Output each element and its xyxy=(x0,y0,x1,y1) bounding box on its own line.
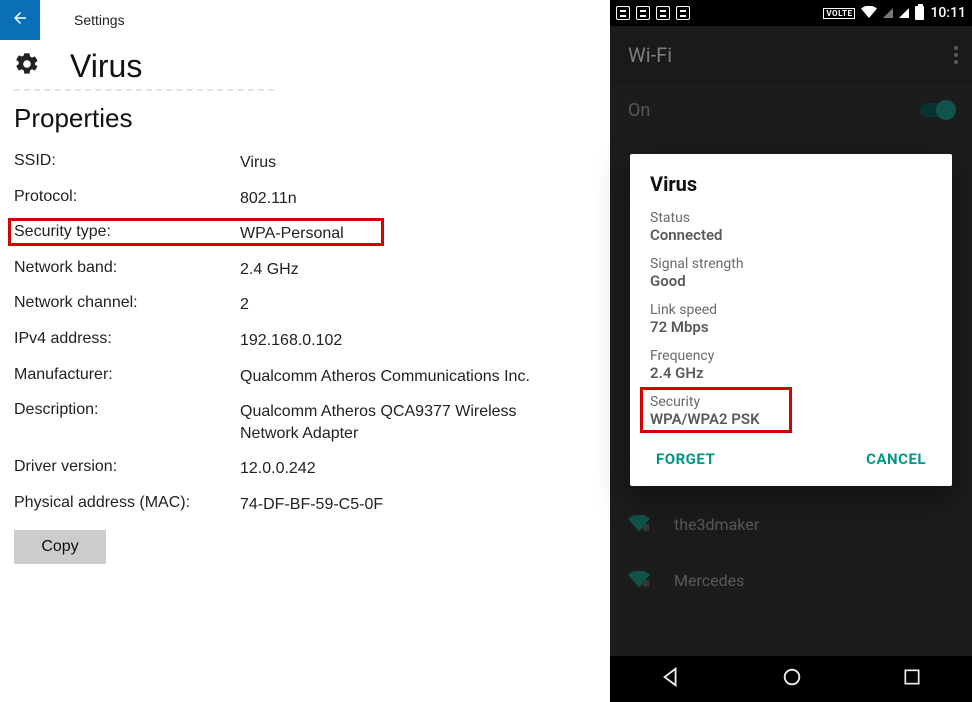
dialog-signal: Signal strength Good xyxy=(650,256,932,290)
cell-signal-icon xyxy=(883,8,893,18)
dialog-actions: FORGET CANCEL xyxy=(650,440,932,480)
prop-label: IPv4 address: xyxy=(14,330,240,348)
wifi-toggle[interactable] xyxy=(920,103,954,117)
wifi-list-item[interactable]: the3dmaker xyxy=(610,496,972,552)
field-label: Signal strength xyxy=(650,256,932,272)
prop-label: Network band: xyxy=(14,259,240,277)
title-bar: Settings xyxy=(0,0,610,40)
field-label: Link speed xyxy=(650,302,932,318)
prop-label: Driver version: xyxy=(14,458,240,476)
prop-value: 2.4 GHz xyxy=(240,259,560,281)
prop-label: Description: xyxy=(14,401,240,419)
field-value: 72 Mbps xyxy=(650,318,932,336)
prop-value: 2 xyxy=(240,294,560,316)
prop-protocol: Protocol: 802.11n xyxy=(14,188,610,210)
gear-icon xyxy=(14,51,40,82)
copy-button-label: Copy xyxy=(41,538,78,556)
status-bar: VOLTE 10:11 xyxy=(610,0,972,26)
back-arrow-icon xyxy=(11,9,29,32)
more-menu-button[interactable] xyxy=(954,46,958,64)
forget-button[interactable]: FORGET xyxy=(656,450,715,468)
notification-icon xyxy=(616,6,630,20)
wifi-list-item[interactable]: Mercedes xyxy=(610,552,972,608)
notification-icon xyxy=(676,6,690,20)
page-title: Virus xyxy=(70,48,142,85)
prop-channel: Network channel: 2 xyxy=(14,294,610,316)
nav-recent-icon[interactable] xyxy=(902,667,922,691)
field-label: Frequency xyxy=(650,348,932,364)
wifi-name: the3dmaker xyxy=(674,515,759,534)
battery-icon xyxy=(915,6,924,20)
prop-value: Qualcomm Atheros QCA9377 Wireless Networ… xyxy=(240,401,560,444)
prop-value: WPA-Personal xyxy=(240,223,560,245)
page-title-row: Virus xyxy=(0,48,610,85)
prop-label: Protocol: xyxy=(14,188,240,206)
field-label: Status xyxy=(650,210,932,226)
prop-manufacturer: Manufacturer: Qualcomm Atheros Communica… xyxy=(14,366,610,388)
android-wifi-screen: VOLTE 10:11 Wi-Fi On the3dmaker xyxy=(610,0,972,702)
notification-icon xyxy=(656,6,670,20)
prop-label: Network channel: xyxy=(14,294,240,312)
on-label: On xyxy=(628,100,650,121)
dialog-frequency: Frequency 2.4 GHz xyxy=(650,348,932,382)
prop-description: Description: Qualcomm Atheros QCA9377 Wi… xyxy=(14,401,610,444)
prop-value: 802.11n xyxy=(240,188,560,210)
divider xyxy=(14,89,274,91)
nav-bar xyxy=(610,656,972,702)
prop-label: SSID: xyxy=(14,152,240,170)
settings-label: Settings xyxy=(74,12,125,28)
section-title: Properties xyxy=(14,103,610,134)
prop-band: Network band: 2.4 GHz xyxy=(14,259,610,281)
wifi-header-title: Wi-Fi xyxy=(628,43,672,67)
wifi-signal-icon xyxy=(861,6,877,21)
notification-icon xyxy=(636,6,650,20)
cell-signal-icon xyxy=(899,8,909,18)
copy-button[interactable]: Copy xyxy=(14,530,106,564)
prop-driver: Driver version: 12.0.0.242 xyxy=(14,458,610,480)
wifi-secure-icon xyxy=(628,515,650,533)
field-value: Good xyxy=(650,272,932,290)
wifi-header: Wi-Fi xyxy=(610,26,972,84)
back-button[interactable] xyxy=(0,0,40,40)
dialog-link-speed: Link speed 72 Mbps xyxy=(650,302,932,336)
status-left xyxy=(616,6,690,20)
status-right: VOLTE 10:11 xyxy=(823,5,966,21)
prop-label: Manufacturer: xyxy=(14,366,240,384)
nav-home-icon[interactable] xyxy=(781,666,803,692)
dialog-title: Virus xyxy=(650,172,932,196)
properties-list: SSID: Virus Protocol: 802.11n Security t… xyxy=(14,152,610,516)
wifi-secure-icon xyxy=(628,571,650,589)
dialog-security: Security WPA/WPA2 PSK xyxy=(650,394,932,428)
wifi-details-dialog: Virus Status Connected Signal strength G… xyxy=(630,154,952,486)
prop-label: Physical address (MAC): xyxy=(14,494,240,512)
prop-label: Security type: xyxy=(14,223,240,241)
field-value: WPA/WPA2 PSK xyxy=(650,410,932,428)
field-value: Connected xyxy=(650,226,932,244)
nav-back-icon[interactable] xyxy=(660,666,682,692)
prop-value: 12.0.0.242 xyxy=(240,458,560,480)
windows-settings-panel: Settings Virus Properties SSID: Virus Pr… xyxy=(0,0,610,702)
clock: 10:11 xyxy=(930,5,966,21)
prop-value: 192.168.0.102 xyxy=(240,330,560,352)
cancel-button[interactable]: CANCEL xyxy=(866,450,926,468)
prop-value: Qualcomm Atheros Communications Inc. xyxy=(240,366,560,388)
prop-ipv4: IPv4 address: 192.168.0.102 xyxy=(14,330,610,352)
field-label: Security xyxy=(650,394,932,410)
volte-badge: VOLTE xyxy=(823,8,855,19)
prop-security: Security type: WPA-Personal xyxy=(14,223,610,245)
wifi-toggle-row: On xyxy=(610,84,972,136)
prop-mac: Physical address (MAC): 74-DF-BF-59-C5-0… xyxy=(14,494,610,516)
field-value: 2.4 GHz xyxy=(650,364,932,382)
wifi-name: Mercedes xyxy=(674,571,744,590)
prop-value: 74-DF-BF-59-C5-0F xyxy=(240,494,560,516)
prop-ssid: SSID: Virus xyxy=(14,152,610,174)
dialog-status: Status Connected xyxy=(650,210,932,244)
prop-value: Virus xyxy=(240,152,560,174)
